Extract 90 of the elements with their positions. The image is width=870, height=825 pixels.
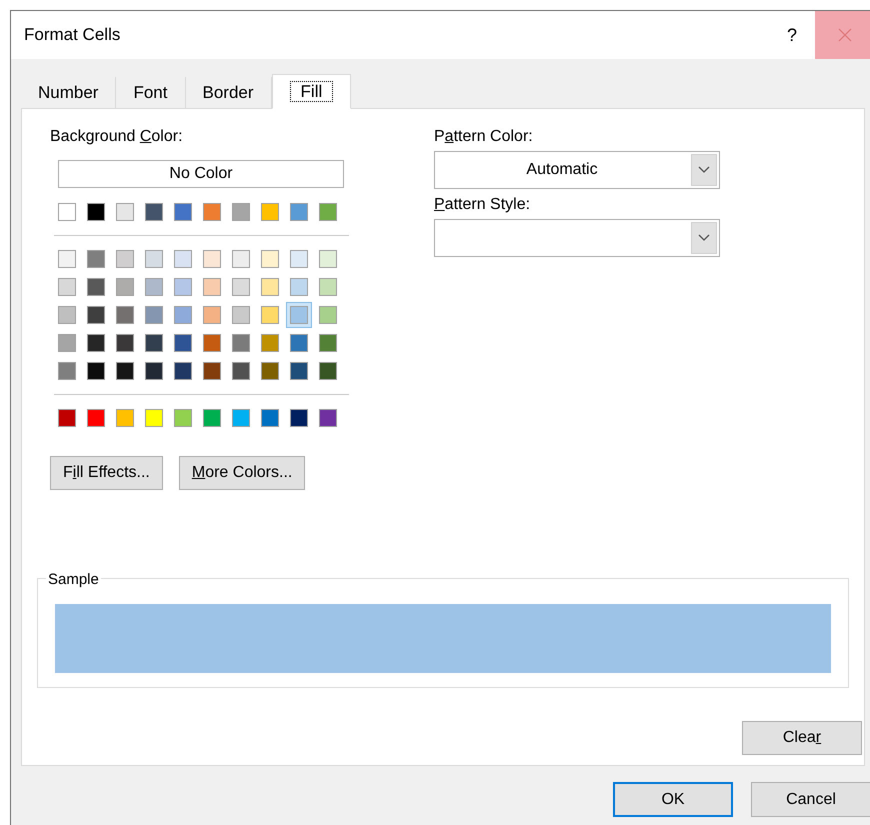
pattern-style-dropdown[interactable] <box>434 219 720 257</box>
action-button[interactable]: More Colors... <box>178 456 306 490</box>
help-button[interactable]: ? <box>769 11 815 59</box>
color-swatch[interactable] <box>87 306 105 324</box>
color-swatch[interactable] <box>319 250 337 268</box>
color-swatch[interactable] <box>174 306 192 324</box>
section-label: Background Color: <box>50 127 184 147</box>
color-swatch[interactable] <box>290 334 308 352</box>
close-button[interactable] <box>815 11 870 59</box>
color-swatch[interactable] <box>319 306 337 324</box>
color-swatch[interactable] <box>87 278 105 296</box>
color-swatch[interactable] <box>87 409 105 427</box>
color-swatch[interactable] <box>174 334 192 352</box>
color-swatch[interactable] <box>116 278 134 296</box>
color-swatch[interactable] <box>58 334 76 352</box>
color-swatch[interactable] <box>290 306 308 324</box>
color-swatch[interactable] <box>58 362 76 380</box>
color-swatch[interactable] <box>174 409 192 427</box>
color-swatch[interactable] <box>319 334 337 352</box>
color-swatch[interactable] <box>261 362 279 380</box>
color-swatch[interactable] <box>145 362 163 380</box>
color-swatch[interactable] <box>203 250 221 268</box>
color-swatch[interactable] <box>203 306 221 324</box>
color-swatch[interactable] <box>145 278 163 296</box>
color-swatch[interactable] <box>58 278 76 296</box>
color-swatch[interactable] <box>87 334 105 352</box>
color-swatch[interactable] <box>261 278 279 296</box>
color-swatch[interactable] <box>290 409 308 427</box>
color-swatch[interactable] <box>290 203 308 221</box>
color-swatch[interactable] <box>116 362 134 380</box>
close-icon <box>838 28 852 42</box>
color-swatch[interactable] <box>145 250 163 268</box>
color-swatch[interactable] <box>116 250 134 268</box>
color-swatch[interactable] <box>261 250 279 268</box>
color-swatch[interactable] <box>232 278 250 296</box>
color-swatch[interactable] <box>290 278 308 296</box>
color-swatch[interactable] <box>319 278 337 296</box>
color-swatch[interactable] <box>87 203 105 221</box>
color-swatch[interactable] <box>145 306 163 324</box>
clear-button[interactable]: Clear <box>742 721 862 755</box>
color-swatch[interactable] <box>232 409 250 427</box>
color-swatch[interactable] <box>319 362 337 380</box>
color-swatch[interactable] <box>116 306 134 324</box>
color-swatch[interactable] <box>203 362 221 380</box>
color-swatch[interactable] <box>174 362 192 380</box>
color-swatch[interactable] <box>319 409 337 427</box>
color-swatch[interactable] <box>290 362 308 380</box>
pattern-color-dropdown[interactable]: Automatic <box>434 151 720 189</box>
color-swatch[interactable] <box>116 203 134 221</box>
color-swatch[interactable] <box>174 203 192 221</box>
color-swatch[interactable] <box>174 278 192 296</box>
color-swatch[interactable] <box>232 306 250 324</box>
color-swatch[interactable] <box>261 306 279 324</box>
field-label: Pattern Style: <box>434 195 532 215</box>
color-swatch[interactable] <box>145 409 163 427</box>
color-swatch[interactable] <box>261 203 279 221</box>
tab[interactable]: Fill <box>272 74 352 109</box>
color-swatch[interactable] <box>203 278 221 296</box>
color-swatch[interactable] <box>145 334 163 352</box>
color-swatch[interactable] <box>261 409 279 427</box>
color-swatch[interactable] <box>87 250 105 268</box>
window-title: Format Cells <box>24 24 122 46</box>
color-swatch[interactable] <box>319 203 337 221</box>
color-swatch[interactable] <box>232 362 250 380</box>
color-swatch[interactable] <box>232 250 250 268</box>
field-label: Pattern Color: <box>434 127 534 147</box>
dialog-button[interactable]: Cancel <box>751 782 870 817</box>
action-button[interactable]: Fill Effects... <box>50 456 163 490</box>
chevron-down-icon <box>698 234 710 242</box>
color-swatch[interactable] <box>58 250 76 268</box>
color-swatch[interactable] <box>58 306 76 324</box>
color-swatch[interactable] <box>116 334 134 352</box>
color-swatch[interactable] <box>58 203 76 221</box>
color-swatch[interactable] <box>87 362 105 380</box>
chevron-down-icon <box>698 166 710 174</box>
color-swatch[interactable] <box>116 409 134 427</box>
color-swatch[interactable] <box>203 409 221 427</box>
no-color-button[interactable]: No Color <box>58 160 344 188</box>
dropdown-button[interactable] <box>691 154 717 186</box>
color-swatch[interactable] <box>232 203 250 221</box>
color-swatch[interactable] <box>203 334 221 352</box>
color-swatch[interactable] <box>145 203 163 221</box>
color-swatch[interactable] <box>261 334 279 352</box>
color-swatch[interactable] <box>232 334 250 352</box>
dialog-button[interactable]: OK <box>613 782 733 817</box>
color-swatch[interactable] <box>203 203 221 221</box>
dropdown-button[interactable] <box>691 222 717 254</box>
color-swatch[interactable] <box>174 250 192 268</box>
color-swatch[interactable] <box>58 409 76 427</box>
color-swatch[interactable] <box>290 250 308 268</box>
